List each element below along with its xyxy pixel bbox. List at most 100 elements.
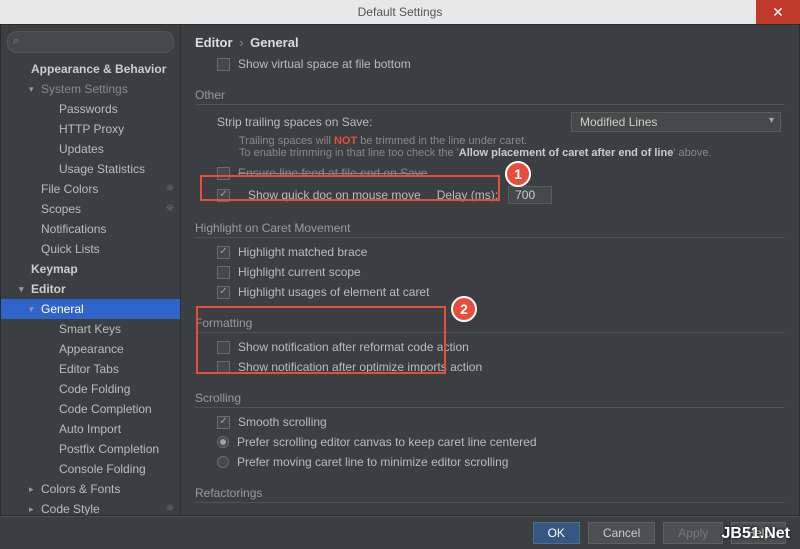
checkbox-icon[interactable] [217,189,230,202]
sidebar-item-label: Appearance & Behavior [31,61,166,77]
sidebar-item[interactable]: Console Folding [1,459,180,479]
arrow-icon: ▾ [29,81,39,97]
optimize-row[interactable]: Show notification after optimize imports… [195,357,785,377]
sidebar-item[interactable]: Usage Statistics [1,159,180,179]
brace-row[interactable]: Highlight matched brace [195,242,785,262]
sidebar-item-label: Passwords [59,101,118,117]
sidebar-item-label: Editor [31,281,66,297]
radio-icon[interactable] [217,436,229,448]
sidebar-item-label: Scopes [41,201,81,217]
close-button[interactable]: ✕ [756,0,800,24]
arrow-icon: ▸ [29,481,39,497]
sidebar-item-label: Keymap [31,261,78,277]
settings-tree[interactable]: Appearance & Behavior▾System SettingsPas… [1,59,180,515]
checkbox-icon[interactable] [217,266,230,279]
sidebar-item-label: Smart Keys [59,321,121,337]
arrow-icon: ▾ [29,301,39,317]
search-input[interactable] [7,31,174,53]
scroll-r1-row[interactable]: Prefer scrolling editor canvas to keep c… [195,432,785,452]
checkbox-icon[interactable] [217,58,230,71]
reformat-label: Show notification after reformat code ac… [238,340,469,354]
strip-row: Strip trailing spaces on Save: Modified … [195,109,785,135]
sidebar-item[interactable]: Appearance [1,339,180,359]
virtual-space-label: Show virtual space at file bottom [238,57,411,71]
checkbox-icon[interactable] [217,286,230,299]
strip-label: Strip trailing spaces on Save: [217,115,372,129]
sidebar-item[interactable]: HTTP Proxy [1,119,180,139]
gear-icon: ⛯ [166,201,174,217]
smooth-row[interactable]: Smooth scrolling [195,412,785,432]
scroll-r1-label: Prefer scrolling editor canvas to keep c… [237,435,537,449]
sidebar-item[interactable]: Notifications [1,219,180,239]
usages-row[interactable]: Highlight usages of element at caret [195,282,785,302]
sidebar-item-label: Console Folding [59,461,146,477]
sidebar-item[interactable]: Quick Lists [1,239,180,259]
close-icon: ✕ [772,4,784,21]
checkbox-icon[interactable] [217,341,230,354]
strip-hint1: Trailing spaces will NOT be trimmed in t… [195,135,785,147]
usages-label: Highlight usages of element at caret [238,285,429,299]
sidebar-item[interactable]: ▸Colors & Fonts [1,479,180,499]
strip-hint2: To enable trimming in that line too chec… [195,147,785,159]
breadcrumb-sep: › [236,35,246,50]
sidebar-item-label: System Settings [41,81,128,97]
quickdoc-row[interactable]: Show quick doc on mouse move Delay (ms): [195,183,785,207]
sidebar-item[interactable]: Code Completion [1,399,180,419]
window-title: Default Settings [358,5,443,19]
sidebar-item[interactable]: Postfix Completion [1,439,180,459]
virtual-space-row[interactable]: Show virtual space at file bottom [195,54,785,74]
sidebar-item[interactable]: File Colors⛯ [1,179,180,199]
sidebar-item[interactable]: Passwords [1,99,180,119]
sidebar-item[interactable]: Updates [1,139,180,159]
ok-button[interactable]: OK [533,522,580,544]
ensure-lf-row[interactable]: Ensure line feed at file end on Save [195,163,785,183]
apply-button[interactable]: Apply [663,522,723,544]
checkbox-icon[interactable] [217,361,230,374]
optimize-label: Show notification after optimize imports… [238,360,482,374]
reformat-row[interactable]: Show notification after reformat code ac… [195,337,785,357]
sidebar-item[interactable]: ▸Code Style ⛯ [1,499,180,515]
sidebar-item[interactable]: ▾System Settings [1,79,180,99]
help-button[interactable]: Help [731,522,786,544]
arrow-icon: ▸ [29,501,39,515]
sidebar-item[interactable]: Keymap [1,259,180,279]
delay-input[interactable] [508,186,552,204]
sidebar-item[interactable]: Auto Import [1,419,180,439]
scope-row[interactable]: Highlight current scope [195,262,785,282]
sidebar-item[interactable]: Smart Keys [1,319,180,339]
gear-icon: ⛯ [166,501,174,515]
checkbox-icon[interactable] [217,416,230,429]
checkbox-icon[interactable] [217,167,230,180]
checkbox-icon[interactable] [217,246,230,259]
content-pane: Editor › General Show virtual space at f… [181,25,799,515]
brace-label: Highlight matched brace [238,245,367,259]
sidebar-item[interactable]: Appearance & Behavior [1,59,180,79]
sidebar-item[interactable]: Scopes ⛯ [1,199,180,219]
sidebar-item-label: Updates [59,141,104,157]
sidebar-item-label: Code Style [41,501,100,515]
gear-icon: ⛯ [166,181,174,197]
sidebar-item-label: HTTP Proxy [59,121,124,137]
radio-icon[interactable] [217,456,229,468]
cancel-button[interactable]: Cancel [588,522,655,544]
delay-label: Delay (ms): [437,188,498,202]
sidebar-item[interactable]: ▾Editor [1,279,180,299]
sidebar-item-label: Code Folding [59,381,130,397]
footer: OK Cancel Apply Help [0,516,800,548]
sidebar-item-label: Auto Import [59,421,121,437]
formatting-header: Formatting [195,316,785,333]
scroll-r2-row[interactable]: Prefer moving caret line to minimize edi… [195,452,785,472]
sidebar-item[interactable]: Code Folding [1,379,180,399]
strip-value: Modified Lines [580,115,657,129]
quickdoc-label: Show quick doc on mouse move [248,188,421,202]
sidebar-item-label: Usage Statistics [59,161,145,177]
ensure-lf-label: Ensure line feed at file end on Save [238,166,427,180]
sidebar-item[interactable]: ▾General [1,299,180,319]
breadcrumb-b: General [250,35,298,50]
strip-dropdown[interactable]: Modified Lines [571,112,781,132]
highlight-header: Highlight on Caret Movement [195,221,785,238]
scrolling-header: Scrolling [195,391,785,408]
sidebar-item[interactable]: Editor Tabs [1,359,180,379]
search-wrap: ⌕ [1,25,180,59]
sidebar-item-label: Postfix Completion [59,441,159,457]
